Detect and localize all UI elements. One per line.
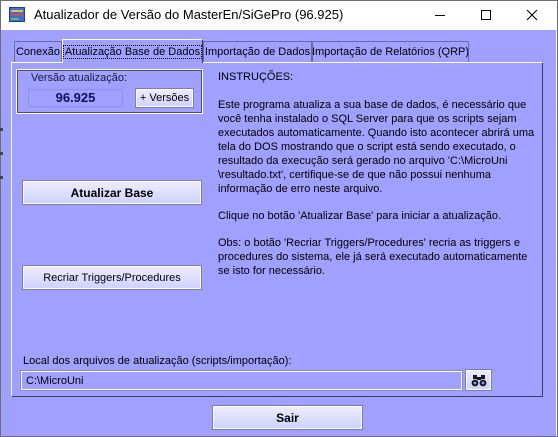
tab-label: Importação de Dados	[204, 46, 311, 58]
minimize-button[interactable]	[417, 1, 463, 29]
browse-button[interactable]	[465, 369, 492, 391]
binoculars-icon	[471, 374, 486, 386]
window-title: Atualizador de Versão do MasterEn/SiGePr…	[34, 7, 344, 22]
app-icon	[9, 7, 25, 22]
tab-label: Importação de Relatórios (QRP)	[311, 46, 470, 58]
recreate-triggers-button[interactable]: Recriar Triggers/Procedures	[22, 265, 202, 290]
edge-mark	[0, 128, 3, 131]
more-versions-button[interactable]: + Versões	[135, 88, 194, 108]
update-base-button[interactable]: Atualizar Base	[22, 180, 202, 205]
close-icon	[526, 9, 538, 21]
local-path-input[interactable]	[20, 370, 463, 391]
version-value: 96.925	[28, 89, 123, 107]
minimize-icon	[435, 15, 445, 16]
instructions-heading: INSTRUÇÕES:	[218, 71, 294, 83]
instructions-paragraph: Obs: o botão 'Recriar Triggers/Procedure…	[218, 237, 528, 277]
instructions-paragraph: Este programa atualiza a sua base de dad…	[218, 99, 535, 195]
edge-mark	[0, 176, 3, 179]
local-path-label: Local dos arquivos de atualização (scrip…	[23, 355, 292, 367]
tab-conexao[interactable]: Conexão	[14, 41, 62, 62]
instructions-paragraph: Clique no botão 'Atualizar Base' para in…	[218, 210, 502, 222]
tab-importacao-relatorios[interactable]: Importação de Relatórios (QRP)	[312, 41, 469, 62]
version-label: Versão atualização:	[31, 72, 128, 84]
instructions-text: INSTRUÇÕES: Este programa atualiza a sua…	[218, 70, 536, 291]
tab-label: Conexão	[15, 46, 61, 58]
exit-button[interactable]: Sair	[212, 405, 363, 430]
tab-label: Atualização Base de Dados	[62, 44, 203, 59]
maximize-icon	[481, 10, 491, 20]
close-button[interactable]	[509, 1, 555, 29]
edge-mark	[0, 152, 3, 155]
tab-importacao-dados[interactable]: Importação de Dados	[203, 41, 312, 62]
maximize-button[interactable]	[463, 1, 509, 29]
tab-atualizacao-base[interactable]: Atualização Base de Dados	[62, 39, 203, 63]
